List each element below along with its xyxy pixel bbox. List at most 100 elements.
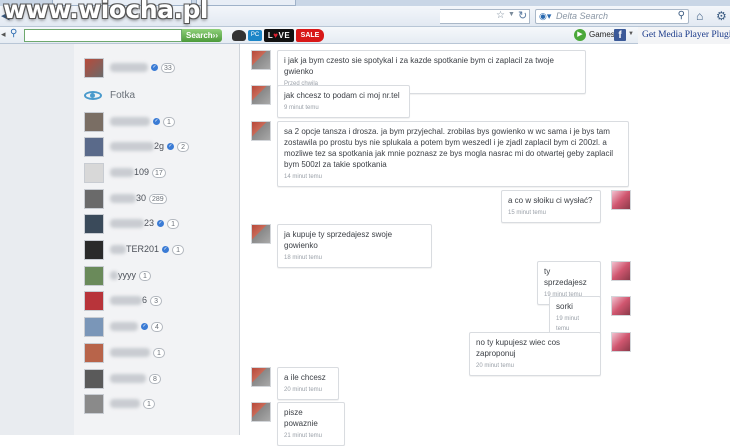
sale-label: SALE [300,32,320,39]
games-icon[interactable]: ▶ [574,29,586,41]
browser-search-box[interactable]: ◉▾ Delta Search ⚲ [535,9,689,24]
redacted-name [110,117,150,127]
contact-item[interactable]: ✓ 4 [84,317,234,339]
contact-name-suffix: 23 [144,218,155,228]
contact-name-suffix: yyyy [118,270,136,280]
contact-name: 8 [110,373,161,384]
contact-item[interactable]: 8 [84,369,234,391]
contact-item[interactable]: 109 17 [84,163,234,185]
avatar[interactable] [251,85,271,105]
contact-item[interactable]: 63 [84,291,234,313]
facebook-label: f [618,30,622,41]
redacted-name [110,63,148,73]
message-text: a co w słoiku ci wysłać? [508,196,593,205]
chevron-down-icon[interactable]: ▼ [508,11,515,18]
avatar[interactable] [611,261,631,281]
verified-icon: ✓ [153,118,160,126]
verified-icon: ✓ [167,143,175,151]
message-count-badge: 289 [149,193,167,204]
message-timestamp: 20 minut temu [476,363,515,369]
contact-name: 63 [110,295,163,306]
message-timestamp: 20 minut temu [284,387,323,393]
contact-item[interactable]: yyyy 1 [84,266,234,288]
contact-item[interactable]: 23 ✓ 1 [84,214,234,236]
avatar [84,112,104,132]
avatar [84,394,104,414]
avatar[interactable] [251,121,271,141]
message-text: i jak ja bym czesto sie spotykal i za ka… [284,56,554,76]
avatar[interactable] [611,190,631,210]
message-count-badge: 1 [163,116,175,127]
eye-icon [84,91,102,100]
message-count-badge: 4 [151,321,163,332]
page-content: ✓ 33 Fotka ✓ 1 2g ✓ 2 109 17 30 289 23 ✓ 1 TER201 ✓ 1 yy… [0,44,730,446]
message-bubble: a co w słoiku ci wysłać? 15 minut temu [501,190,601,223]
avatar[interactable] [611,296,631,316]
redacted-name [110,399,140,409]
contact-name: TER201 ✓ 1 [110,244,185,255]
message-timestamp: 21 minut temu [284,433,323,439]
gear-icon[interactable]: ⚙ [716,9,727,23]
message-count-badge: 33 [161,62,175,73]
redacted-name [110,296,142,306]
message-bubble: sa 2 opcje tansza i drosza. ja bym przyj… [277,121,629,187]
avatar [84,137,104,157]
message-count-badge: 1 [167,218,180,229]
contact-name: ✓ 1 [110,116,175,127]
magnifier-icon[interactable]: ⚲ [678,10,685,21]
avatar [84,369,104,389]
pc-icon[interactable]: PC [248,30,262,41]
contact-item[interactable]: TER201 ✓ 1 [84,240,234,262]
chevron-down-icon[interactable]: ▼ [628,31,634,37]
contact-name: 109 17 [110,167,166,178]
contact-name: 2g ✓ 2 [110,141,190,152]
contact-item-top[interactable]: ✓ 33 [84,58,234,80]
contact-item[interactable]: 30 289 [84,189,234,211]
redacted-name [110,245,126,255]
reload-icon[interactable]: ↻ [518,9,527,22]
message-count-badge: 2 [177,141,190,152]
message-bubble: a ile chcesz 20 minut temu [277,367,339,400]
redacted-name [110,194,136,204]
contact-item[interactable]: ✓ 1 [84,112,234,134]
verified-icon: ✓ [157,220,165,228]
mask-icon[interactable] [232,30,246,41]
media-player-plugin-link[interactable]: Get Media Player Plugin [638,27,730,44]
fotka-header[interactable]: Fotka [84,88,234,104]
contact-name-suffix: 6 [142,295,148,305]
contact-name: 23 ✓ 1 [110,218,180,229]
contact-name-suffix: 30 [136,193,147,203]
address-bar[interactable] [440,9,530,24]
avatar[interactable] [251,402,271,422]
avatar[interactable] [251,224,271,244]
toolbar-search-button-label: Search [185,31,213,40]
message-timestamp: 19 minut temu [556,316,580,332]
toolbar-search-input[interactable] [24,29,182,42]
contact-item[interactable]: 2g ✓ 2 [84,137,234,159]
toolbar-arrow-icon[interactable]: ◂ [1,29,6,40]
star-icon[interactable]: ☆ [496,10,505,21]
sale-tag-icon[interactable]: SALE [296,29,324,42]
home-icon[interactable]: ⌂ [696,9,703,23]
contact-item[interactable]: 1 [84,394,234,416]
avatar[interactable] [251,50,271,70]
toolbar-search-button[interactable]: Search›› [182,29,222,42]
avatar [84,343,104,363]
verified-icon: ✓ [141,323,148,331]
message-timestamp: 15 minut temu [508,210,547,216]
avatar[interactable] [251,367,271,387]
search-engine-icon[interactable]: ◉▾ [539,11,551,22]
love-icon[interactable]: L♥VE [264,29,294,42]
games-label[interactable]: Games [589,30,615,39]
love-label-ve: VE [278,31,291,40]
contact-name: 30 289 [110,193,167,204]
contact-name: 1 [110,347,165,358]
avatar [84,58,104,78]
contact-item[interactable]: 1 [84,343,234,365]
avatar [84,189,104,209]
message-count-badge: 1 [172,244,185,255]
search-toolbar: ◂ ⚲ Search›› PC L♥VE SALE ▶ Games f ▼ Ge… [0,27,730,44]
facebook-icon[interactable]: f [614,29,626,41]
avatar[interactable] [611,332,631,352]
avatar [84,317,104,337]
